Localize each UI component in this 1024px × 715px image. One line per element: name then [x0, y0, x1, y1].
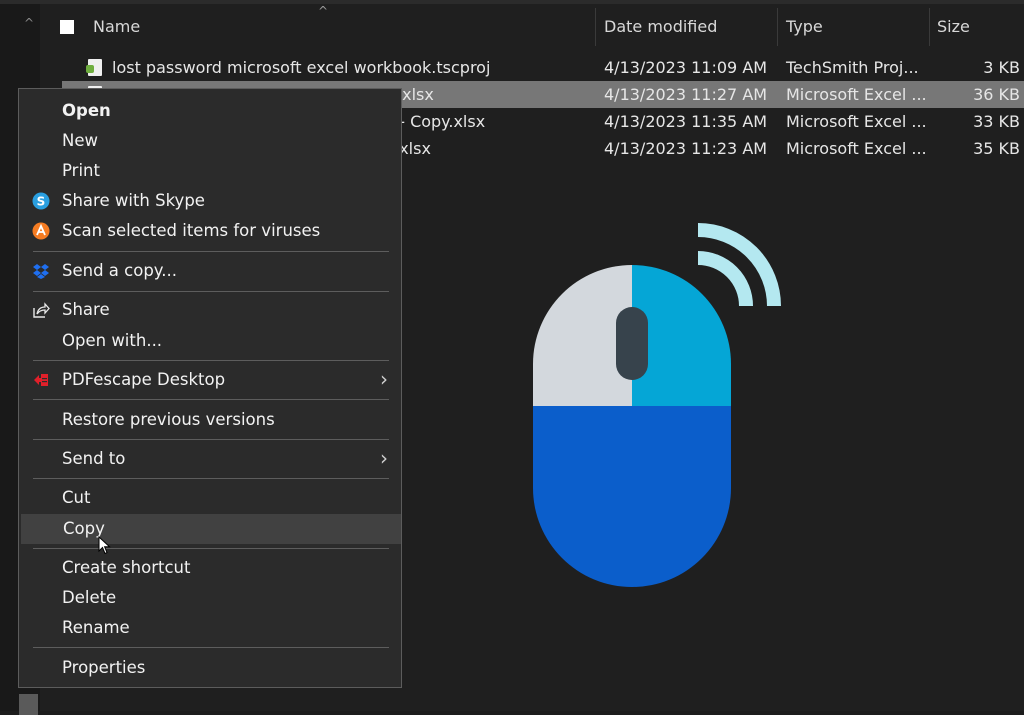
menu-item-label: Rename: [62, 618, 130, 637]
menu-item-cut[interactable]: Cut: [20, 483, 400, 513]
menu-item-share[interactable]: Share: [20, 295, 400, 325]
file-date: 4/13/2023 11:23 AM: [604, 139, 768, 158]
menu-item-copy[interactable]: Copy: [21, 514, 401, 544]
dropbox-icon: [33, 264, 49, 279]
skype-icon: S: [32, 192, 50, 210]
menu-separator: [33, 478, 389, 479]
file-type: Microsoft Excel ...: [786, 139, 927, 158]
menu-item-send-to[interactable]: Send to ›: [20, 444, 400, 474]
share-icon: [33, 302, 50, 318]
file-size: 36 KB: [973, 85, 1020, 104]
menu-item-send-a-copy[interactable]: Send a copy...: [20, 256, 400, 286]
avast-icon: [32, 222, 50, 240]
menu-separator: [33, 548, 389, 549]
menu-item-label: Share: [62, 300, 110, 319]
file-size: 35 KB: [973, 139, 1020, 158]
submenu-arrow-icon: ›: [380, 367, 388, 391]
menu-item-label: Restore previous versions: [62, 410, 275, 429]
svg-text:S: S: [37, 195, 46, 209]
menu-item-label: Send to: [62, 449, 126, 468]
menu-item-label: Share with Skype: [62, 191, 205, 210]
menu-item-new[interactable]: New: [20, 126, 400, 156]
menu-item-label: Properties: [62, 658, 146, 677]
menu-item-label: PDFescape Desktop: [62, 370, 226, 389]
menu-item-label: Open: [62, 101, 111, 120]
menu-item-label: Open with...: [62, 331, 163, 350]
menu-separator: [33, 439, 389, 440]
select-all-checkbox[interactable]: [60, 20, 74, 34]
menu-separator: [33, 291, 389, 292]
menu-separator: [33, 647, 389, 648]
menu-item-rename[interactable]: Rename: [20, 613, 400, 643]
file-date: 4/13/2023 11:09 AM: [604, 58, 768, 77]
pdfescape-icon: [34, 374, 48, 386]
mouse-scroll-wheel: [616, 307, 648, 380]
menu-separator: [33, 399, 389, 400]
menu-item-scan-viruses[interactable]: Scan selected items for viruses: [20, 216, 400, 246]
file-row[interactable]: lost password microsoft excel workbook.t…: [62, 54, 1024, 81]
menu-separator: [33, 251, 389, 252]
sort-caret-icon: ^: [318, 4, 329, 18]
column-size[interactable]: Size: [937, 17, 970, 36]
mouse-pointer-icon: [98, 536, 111, 555]
column-divider[interactable]: [595, 8, 596, 46]
column-divider[interactable]: [777, 8, 778, 46]
file-type: Microsoft Excel ...: [786, 112, 927, 131]
menu-item-label: Create shortcut: [62, 558, 191, 577]
column-date-modified[interactable]: Date modified: [604, 17, 717, 36]
menu-item-label: Send a copy...: [62, 261, 177, 280]
menu-item-print[interactable]: Print: [20, 156, 400, 186]
column-header: ^ Name Date modified Type Size: [40, 4, 1024, 46]
file-type: TechSmith Proj...: [786, 58, 919, 77]
scroll-up-arrow[interactable]: ^: [22, 16, 36, 30]
menu-item-pdfescape[interactable]: PDFescape Desktop ›: [20, 365, 400, 395]
menu-item-properties[interactable]: Properties: [20, 653, 400, 683]
file-date: 4/13/2023 11:35 AM: [604, 112, 768, 131]
menu-item-delete[interactable]: Delete: [20, 583, 400, 613]
menu-item-label: Scan selected items for viruses: [62, 221, 321, 240]
menu-item-label: Delete: [62, 588, 117, 607]
file-size: 3 KB: [983, 58, 1020, 77]
column-type[interactable]: Type: [786, 17, 823, 36]
scrollbar-thumb[interactable]: [19, 694, 38, 715]
file-size: 33 KB: [973, 112, 1020, 131]
file-date: 4/13/2023 11:27 AM: [604, 85, 768, 104]
column-divider[interactable]: [929, 8, 930, 46]
menu-item-create-shortcut[interactable]: Create shortcut: [20, 553, 400, 583]
column-name[interactable]: Name: [93, 17, 140, 36]
mouse-body: [533, 406, 731, 587]
menu-item-label: Cut: [62, 488, 91, 507]
techsmith-project-icon: [86, 59, 102, 76]
submenu-arrow-icon: ›: [380, 446, 388, 470]
wireless-mouse-icon: [533, 223, 781, 587]
menu-item-label: New: [62, 131, 98, 150]
menu-item-open-with[interactable]: Open with...: [20, 326, 400, 356]
menu-item-restore-previous-versions[interactable]: Restore previous versions: [20, 405, 400, 435]
file-name: lost password microsoft excel workbook.t…: [112, 58, 491, 77]
context-menu: Open New Print S Share with Skype Scan s…: [18, 88, 402, 688]
menu-item-label: Print: [62, 161, 100, 180]
menu-item-share-with-skype[interactable]: S Share with Skype: [20, 186, 400, 216]
menu-item-open[interactable]: Open: [20, 96, 400, 126]
file-type: Microsoft Excel ...: [786, 85, 927, 104]
menu-separator: [33, 360, 389, 361]
